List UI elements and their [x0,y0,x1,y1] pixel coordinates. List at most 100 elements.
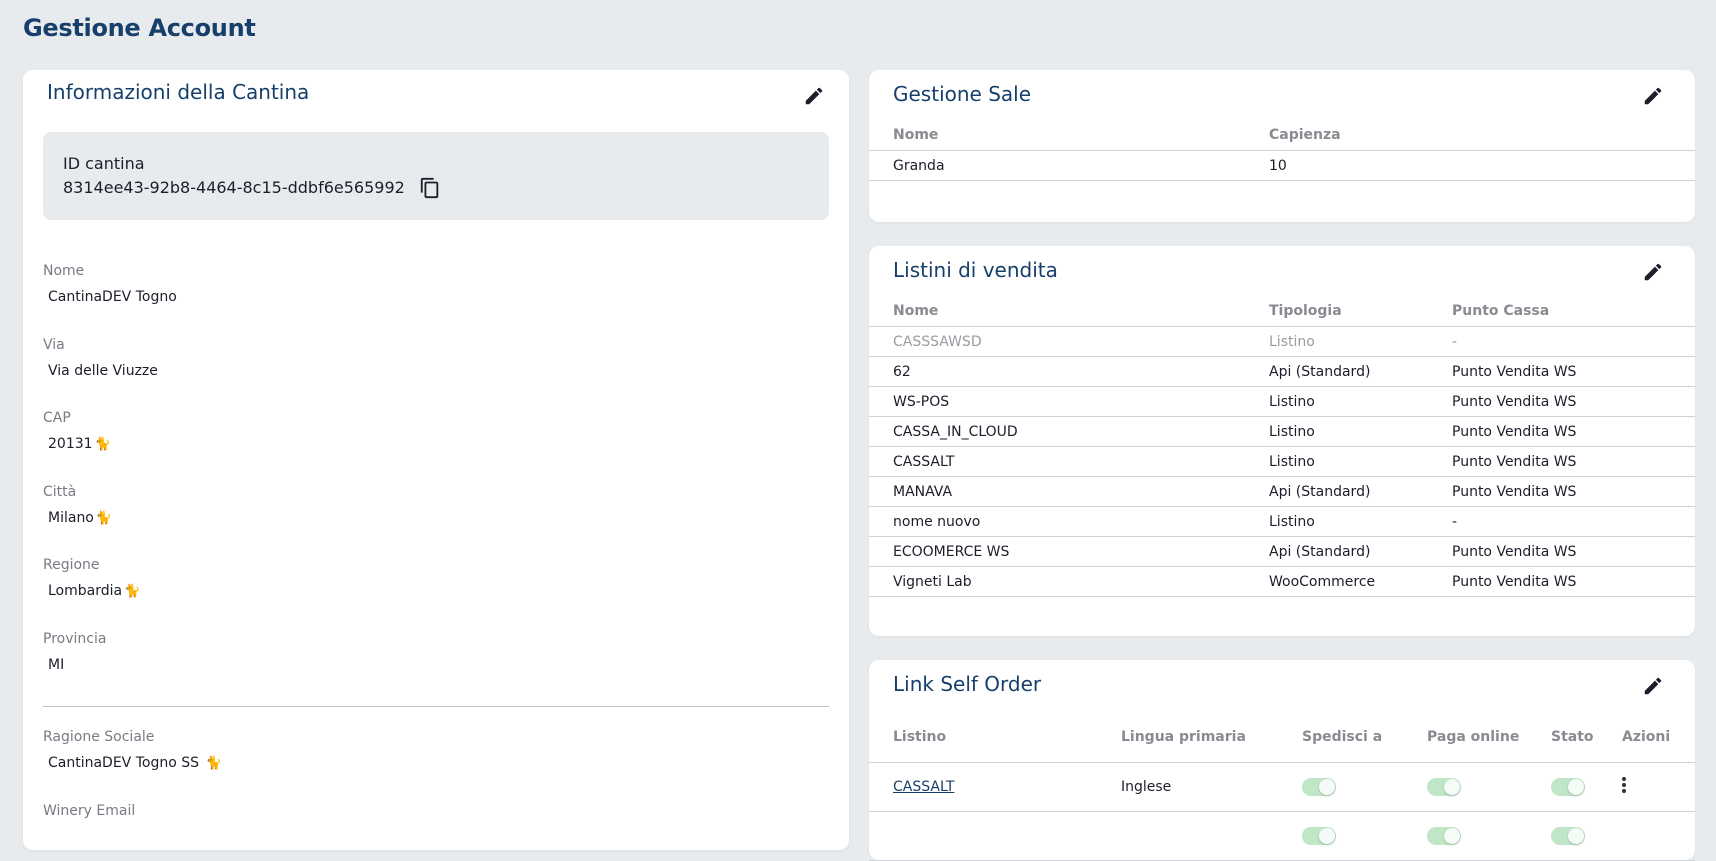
list-name-cell: MANAVA [869,476,1245,507]
field-regione-value-row: Lombardia 🐈 [43,583,140,599]
edit-rooms-button[interactable] [1639,82,1667,110]
table-row[interactable]: Vigneti Lab WooCommerce Punto Vendita WS [869,566,1695,597]
field-regione-value: Lombardia [48,583,123,599]
table-row: CASSALT Inglese [869,762,1695,812]
ship-to-cell [1278,811,1403,861]
field-nome: Nome CantinaDEV Togno [43,263,177,305]
room-name-cell: Granda [869,150,1245,181]
list-name-cell: 62 [869,356,1245,387]
field-regione: Regione Lombardia 🐈 [43,557,140,599]
list-pos-cell: Punto Vendita WS [1428,446,1695,477]
edit-price-lists-button[interactable] [1639,258,1667,286]
field-cap-value: 20131 [48,436,93,452]
status-cell [1527,811,1598,861]
pay-online-cell [1403,811,1527,861]
rooms-table: Nome Capienza Granda 10 [869,120,1695,181]
field-nome-value: CantinaDEV Togno [48,289,177,305]
price-lists-table: Nome Tipologia Punto Cassa CASSSAWSD Lis… [869,296,1695,597]
list-name-cell: nome nuovo [869,506,1245,537]
table-row[interactable]: MANAVA Api (Standard) Punto Vendita WS [869,476,1695,507]
winery-info-title: Informazioni della Cantina [47,80,310,104]
table-row[interactable]: WS-POS Listino Punto Vendita WS [869,386,1695,417]
self-order-links-title: Link Self Order [893,672,1042,696]
field-winery-email: Winery Email [43,803,135,819]
self-order-list-cell: CASSALT [869,762,1097,812]
column-header: Punto Cassa [1428,296,1695,327]
toggle-knob [1319,779,1335,795]
list-name-cell: CASSSAWSD [869,326,1245,357]
field-citta-label: Città [43,484,77,500]
list-name-cell: WS-POS [869,386,1245,417]
field-via-value: Via delle Viuzze [48,363,158,379]
pencil-icon [1644,263,1662,281]
list-name-cell: CASSA_IN_CLOUD [869,416,1245,447]
status-toggle[interactable] [1551,778,1585,796]
actions-cell [1598,811,1695,861]
self-order-list-link[interactable]: CASSALT [893,779,954,795]
table-row[interactable]: 62 Api (Standard) Punto Vendita WS [869,356,1695,387]
edit-self-order-links-button[interactable] [1639,672,1667,700]
field-cap-label: CAP [43,410,71,426]
table-row[interactable]: CASSSAWSD Listino - [869,326,1695,357]
field-cap: CAP 20131 🐈 [43,410,111,452]
self-order-language-cell: Inglese [1097,762,1278,812]
field-via-label: Via [43,337,65,353]
rooms-title: Gestione Sale [893,82,1032,106]
list-type-cell: Api (Standard) [1245,476,1428,507]
self-order-language-cell [1097,811,1278,861]
room-capacity-cell: 10 [1245,150,1695,181]
field-ragione-sociale-label: Ragione Sociale [43,729,155,745]
list-pos-cell: Punto Vendita WS [1428,476,1695,507]
list-type-cell: Listino [1245,326,1428,357]
more-vertical-icon[interactable] [1622,775,1628,795]
pay-online-cell [1403,762,1527,812]
list-type-cell: Listino [1245,446,1428,477]
page-title: Gestione Account [23,14,256,42]
field-ragione-sociale-value-row: CantinaDEV Togno SS 🐈 [43,755,222,771]
list-name-cell: CASSALT [869,446,1245,477]
field-via: Via Via delle Viuzze [43,337,158,379]
cat-emoji-icon: 🐈 [205,756,222,771]
column-header: Stato [1527,712,1598,763]
list-type-cell: Api (Standard) [1245,536,1428,567]
column-header: Spedisci a [1278,712,1403,763]
self-order-list-cell [869,811,1097,861]
ship-to-toggle[interactable] [1302,778,1336,796]
toggle-knob [1568,828,1584,844]
pay-online-toggle[interactable] [1427,778,1461,796]
field-provincia-label: Provincia [43,631,107,647]
winery-info-card: Informazioni della Cantina ID cantina 83… [23,70,849,850]
list-pos-cell: - [1428,506,1695,537]
list-pos-cell: Punto Vendita WS [1428,416,1695,447]
pencil-icon [1644,87,1662,105]
pencil-icon [805,87,823,105]
list-name-cell: Vigneti Lab [869,566,1245,597]
edit-winery-info-button[interactable] [800,82,828,110]
list-type-cell: Api (Standard) [1245,356,1428,387]
field-nome-label: Nome [43,263,85,279]
price-lists-card: Listini di vendita Nome Tipologia Punto … [869,246,1695,636]
table-row[interactable]: nome nuovo Listino - [869,506,1695,537]
toggle-knob [1444,828,1460,844]
table-row[interactable]: CASSA_IN_CLOUD Listino Punto Vendita WS [869,416,1695,447]
field-citta-value-row: Milano 🐈 [43,510,112,526]
actions-cell [1598,762,1695,812]
column-header: Lingua primaria [1097,712,1278,763]
list-type-cell: WooCommerce [1245,566,1428,597]
table-row[interactable]: Granda 10 [869,150,1695,181]
column-header: Azioni [1598,712,1695,763]
list-type-cell: Listino [1245,416,1428,447]
list-name-cell: ECOOMERCE WS [869,536,1245,567]
column-header: Paga online [1403,712,1527,763]
winery-id-box: ID cantina 8314ee43-92b8-4464-8c15-ddbf6… [43,132,829,220]
table-row[interactable]: ECOOMERCE WS Api (Standard) Punto Vendit… [869,536,1695,567]
list-pos-cell: Punto Vendita WS [1428,566,1695,597]
table-row [869,811,1695,861]
list-pos-cell: - [1428,326,1695,357]
table-row[interactable]: CASSALT Listino Punto Vendita WS [869,446,1695,477]
toggle-knob [1568,779,1584,795]
field-cap-value-row: 20131 🐈 [43,436,111,452]
copy-icon[interactable] [419,176,441,200]
column-header: Listino [869,712,1097,763]
cat-emoji-icon: 🐈 [95,511,113,526]
